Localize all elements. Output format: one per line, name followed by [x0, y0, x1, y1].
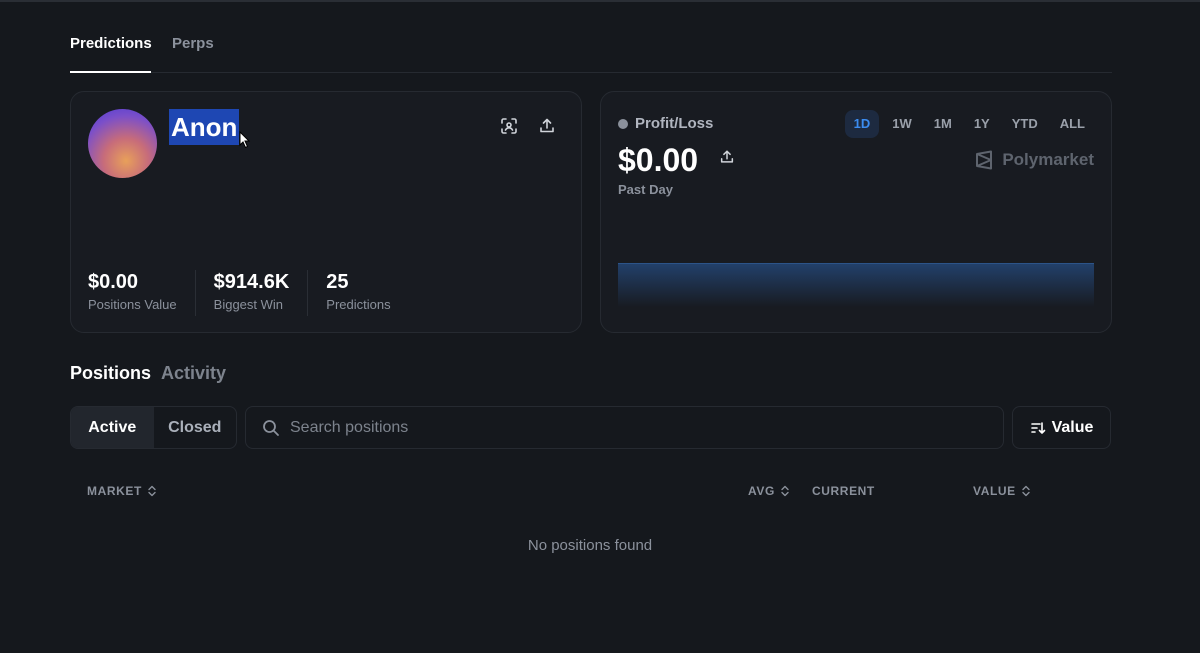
status-segmented-control: Active Closed [70, 406, 237, 449]
sort-label: Value [1051, 418, 1094, 436]
search-input[interactable] [290, 418, 970, 437]
search-icon [263, 419, 279, 436]
stat-value: $914.6K [213, 271, 290, 293]
sort-toggle-icon [781, 485, 789, 497]
range-ytd[interactable]: YTD [1003, 110, 1047, 138]
stat-value: $0.00 [88, 271, 139, 293]
column-header-avg[interactable]: AVG [748, 484, 790, 498]
stat-positions-value: $0.00 Positions Value [88, 270, 196, 316]
pnl-label: Profit/Loss [635, 115, 714, 132]
top-tabs: Predictions Perps [70, 35, 1112, 73]
sort-toggle-icon [148, 485, 156, 497]
pnl-header: Profit/Loss [618, 115, 713, 132]
brand-name: Polymarket [1002, 150, 1094, 169]
closed-filter-button[interactable]: Closed [154, 407, 237, 448]
pnl-card: Profit/Loss $0.00 Past Day 1D 1W 1M 1Y Y… [600, 91, 1112, 333]
range-1w[interactable]: 1W [883, 110, 921, 138]
avatar[interactable] [88, 109, 157, 178]
profile-card: Anon $0.00 Positions Value $914.6K Bigge… [70, 91, 582, 333]
scan-icon[interactable] [497, 114, 521, 138]
mouse-cursor-icon [239, 131, 251, 149]
stat-label: Positions Value [88, 297, 177, 312]
tab-perps[interactable]: Perps [172, 35, 214, 73]
column-header-market[interactable]: MARKET [87, 484, 157, 498]
range-1d[interactable]: 1D [844, 110, 880, 138]
column-header-current: CURRENT [812, 484, 875, 498]
range-1m[interactable]: 1M [925, 110, 961, 138]
empty-state: No positions found [527, 537, 653, 554]
sort-toggle-icon [1022, 485, 1030, 497]
tab-predictions[interactable]: Predictions [70, 35, 152, 73]
stat-label: Predictions [326, 297, 391, 312]
stat-value: 25 [326, 271, 349, 293]
brand-watermark: Polymarket [974, 150, 1094, 170]
tab-positions[interactable]: Positions [70, 362, 151, 384]
column-label: VALUE [973, 484, 1016, 498]
column-label: CURRENT [812, 484, 875, 498]
sort-button[interactable]: Value [1012, 406, 1111, 449]
column-label: AVG [748, 484, 775, 498]
pnl-period: Past Day [618, 182, 673, 197]
status-dot-icon [618, 118, 628, 129]
range-all[interactable]: ALL [1051, 110, 1094, 138]
share-icon[interactable] [535, 114, 559, 138]
stat-predictions: 25 Predictions [326, 270, 408, 316]
pnl-share-icon[interactable] [719, 149, 735, 170]
sort-icon [1030, 421, 1045, 434]
column-header-value[interactable]: VALUE [973, 484, 1031, 498]
pnl-chart-area[interactable] [618, 263, 1094, 307]
range-selector: 1D 1W 1M 1Y YTD ALL [844, 110, 1094, 138]
profile-stats: $0.00 Positions Value $914.6K Biggest Wi… [88, 270, 427, 316]
pnl-amount: $0.00 [618, 142, 699, 178]
stat-label: Biggest Win [213, 297, 284, 312]
active-filter-button[interactable]: Active [71, 407, 154, 448]
column-label: MARKET [87, 484, 142, 498]
username[interactable]: Anon [169, 109, 240, 145]
range-1y[interactable]: 1Y [965, 110, 999, 138]
page: Predictions Perps Anon $0.00 Positions V… [0, 0, 1200, 653]
search-box [245, 406, 1004, 449]
stat-biggest-win: $914.6K Biggest Win [214, 270, 309, 316]
polymarket-logo-icon [976, 150, 993, 170]
tab-activity[interactable]: Activity [161, 362, 226, 384]
